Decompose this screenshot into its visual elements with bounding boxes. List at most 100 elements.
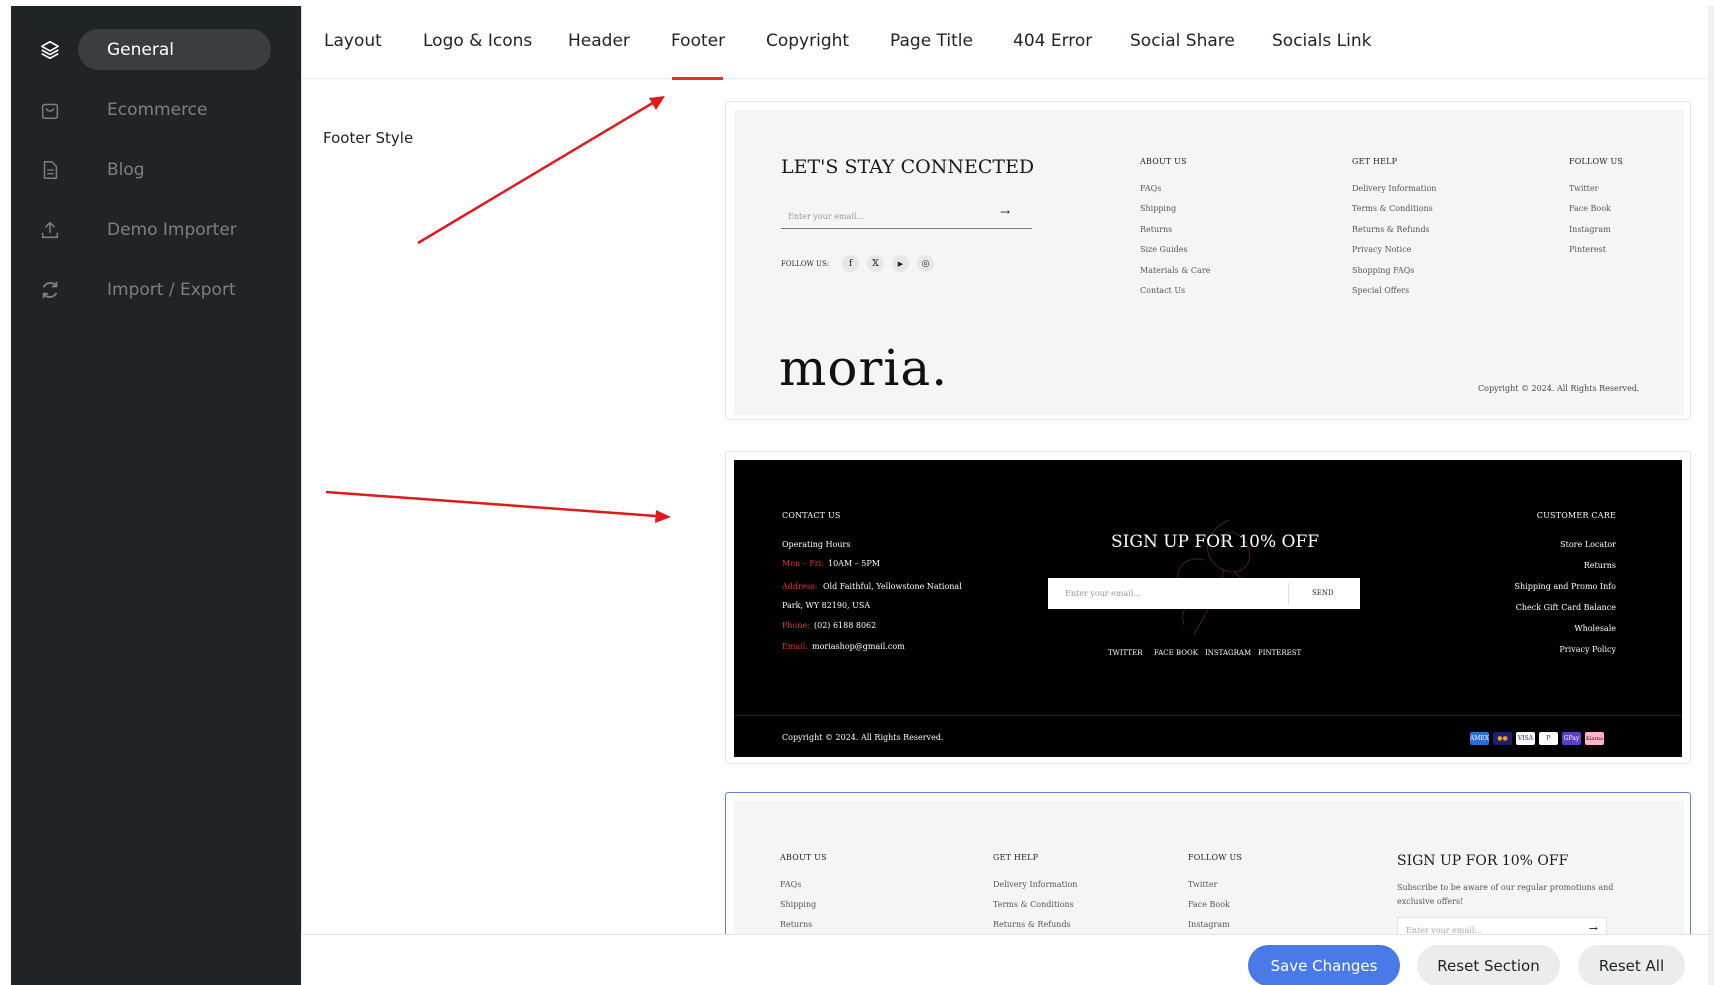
column-title: FOLLOW US	[1188, 853, 1243, 862]
footer-link[interactable]: Delivery Information	[993, 880, 1077, 889]
input-divider	[1288, 583, 1289, 604]
tab-layout[interactable]: Layout	[324, 31, 382, 51]
x-icon[interactable]: 𝕏	[867, 255, 884, 272]
copyright-text: Copyright © 2024. All Rights Reserved.	[1478, 384, 1640, 393]
footer-link[interactable]: Shipping	[1140, 204, 1176, 213]
social-link[interactable]: PINTEREST	[1258, 649, 1301, 657]
footer-link[interactable]: Twitter	[1188, 880, 1217, 889]
maestro-icon: ●●	[1493, 732, 1512, 745]
footer-link[interactable]: Size Guides	[1140, 245, 1188, 254]
care-link[interactable]: Check Gift Card Balance	[1516, 603, 1616, 612]
tab-footer[interactable]: Footer	[671, 31, 725, 51]
sidebar-item-label: Ecommerce	[107, 100, 208, 120]
save-changes-button[interactable]: Save Changes	[1248, 945, 1400, 985]
email-underline	[781, 228, 1032, 229]
footer-style-label: Footer Style	[323, 129, 414, 147]
footer-link[interactable]: Face Book	[1569, 204, 1611, 213]
tab-header[interactable]: Header	[568, 31, 630, 51]
footer-link[interactable]: Privacy Notice	[1352, 245, 1411, 254]
footer-style-option-2[interactable]: CONTACT US Operating Hours Mon – Fri: 10…	[725, 451, 1691, 764]
tab-bar: Layout Logo & Icons Header Footer Copyri…	[302, 6, 1714, 80]
footer-link[interactable]: Special Offers	[1352, 286, 1409, 295]
footer-preview-signup: ABOUT US FAQs Shipping Returns GET HELP …	[734, 801, 1684, 938]
footer-preview-light: LET'S STAY CONNECTED Enter your email...…	[734, 110, 1684, 415]
reset-section-button[interactable]: Reset Section	[1417, 945, 1560, 985]
tab-page-title[interactable]: Page Title	[890, 31, 973, 51]
care-link[interactable]: Returns	[1584, 561, 1616, 570]
care-link[interactable]: Wholesale	[1574, 624, 1616, 633]
column-title: ABOUT US	[780, 853, 827, 862]
active-tab-indicator	[672, 77, 723, 80]
reset-all-button[interactable]: Reset All	[1578, 945, 1685, 985]
email-input[interactable]: Enter your email...	[1065, 589, 1141, 598]
instagram-icon[interactable]: ◎	[917, 255, 934, 272]
footer-link[interactable]: Instagram	[1188, 920, 1230, 929]
address-line-2: Park, WY 82190, USA	[782, 601, 871, 610]
arrow-right-icon[interactable]: →	[1000, 205, 1010, 219]
sidebar-item-blog[interactable]: Blog	[11, 148, 301, 192]
column-title: GET HELP	[993, 853, 1039, 862]
footer-style-option-3[interactable]: ABOUT US FAQs Shipping Returns GET HELP …	[725, 792, 1691, 938]
tab-logo-icons[interactable]: Logo & Icons	[423, 31, 532, 51]
signup-heading: SIGN UP FOR 10% OFF	[1397, 853, 1569, 869]
footer-link[interactable]: Returns	[780, 920, 812, 929]
scrollbar-track[interactable]	[1708, 6, 1714, 985]
column-title: GET HELP	[1352, 157, 1398, 166]
social-link[interactable]: TWITTER	[1108, 649, 1142, 657]
tab-social-share[interactable]: Social Share	[1130, 31, 1235, 51]
amex-icon: AMEX	[1470, 732, 1489, 745]
gpay-icon: GPay	[1562, 732, 1581, 745]
youtube-icon[interactable]: ▶	[892, 255, 909, 272]
footer-link[interactable]: Instagram	[1569, 225, 1611, 234]
main-panel: Layout Logo & Icons Header Footer Copyri…	[301, 6, 1714, 985]
footer-link[interactable]: FAQs	[780, 880, 801, 889]
footer-link[interactable]: Delivery Information	[1352, 184, 1436, 193]
footer-link[interactable]: FAQs	[1140, 184, 1161, 193]
email-value[interactable]: moriashop@gmail.com	[812, 642, 905, 651]
tab-socials-link[interactable]: Socials Link	[1272, 31, 1371, 51]
footer-link[interactable]: Terms & Conditions	[993, 900, 1074, 909]
sidebar-item-import-export[interactable]: Import / Export	[11, 268, 301, 312]
social-link[interactable]: FACE BOOK	[1154, 649, 1198, 657]
footer-link[interactable]: Returns & Refunds	[1352, 225, 1430, 234]
footer-link[interactable]: Twitter	[1569, 184, 1598, 193]
care-link[interactable]: Store Locator	[1560, 540, 1616, 549]
footer-link[interactable]: Returns	[1140, 225, 1172, 234]
rose-illustration-icon	[1177, 519, 1290, 636]
footer-link[interactable]: Materials & Care	[1140, 266, 1210, 275]
column-title: ABOUT US	[1140, 157, 1187, 166]
sidebar: General Ecommerce Blog Demo Importer Imp…	[11, 6, 301, 985]
tab-404-error[interactable]: 404 Error	[1013, 31, 1092, 51]
footer-link[interactable]: Face Book	[1188, 900, 1230, 909]
care-link[interactable]: Shipping and Promo Info	[1515, 582, 1616, 591]
footer-preview-dark: CONTACT US Operating Hours Mon – Fri: 10…	[734, 460, 1682, 757]
footer-link[interactable]: Terms & Conditions	[1352, 204, 1433, 213]
signup-text: exclusive offers!	[1397, 897, 1464, 906]
footer-link[interactable]: Pinterest	[1569, 245, 1606, 254]
upload-icon	[41, 221, 59, 239]
sidebar-item-label: General	[107, 40, 174, 60]
tab-copyright[interactable]: Copyright	[766, 31, 849, 51]
hours-label: Operating Hours	[782, 540, 851, 549]
sidebar-item-label: Import / Export	[107, 280, 236, 300]
care-link[interactable]: Privacy Policy	[1559, 645, 1616, 654]
facebook-icon[interactable]: f	[842, 255, 859, 272]
footer-link[interactable]: Shopping FAQs	[1352, 266, 1414, 275]
send-button[interactable]: SEND	[1312, 589, 1334, 597]
footer-link[interactable]: Returns & Refunds	[993, 920, 1071, 929]
paypal-icon: P	[1539, 732, 1558, 745]
email-label: Email:	[782, 642, 809, 651]
sidebar-item-ecommerce[interactable]: Ecommerce	[11, 88, 301, 132]
visa-icon: VISA	[1516, 732, 1535, 745]
signup-heading: SIGN UP FOR 10% OFF	[1111, 532, 1320, 552]
signup-form: Enter your email... SEND	[1048, 578, 1360, 609]
address-label: Address:	[782, 582, 818, 591]
footer-link[interactable]: Contact Us	[1140, 286, 1185, 295]
social-link[interactable]: INSTAGRAM	[1205, 649, 1251, 657]
sidebar-item-demo-importer[interactable]: Demo Importer	[11, 208, 301, 252]
footer-style-option-1[interactable]: LET'S STAY CONNECTED Enter your email...…	[725, 101, 1691, 420]
sidebar-item-label: Blog	[107, 160, 145, 180]
follow-label: FOLLOW US:	[781, 260, 830, 268]
sidebar-item-general[interactable]: General	[11, 28, 301, 72]
footer-link[interactable]: Shipping	[780, 900, 816, 909]
